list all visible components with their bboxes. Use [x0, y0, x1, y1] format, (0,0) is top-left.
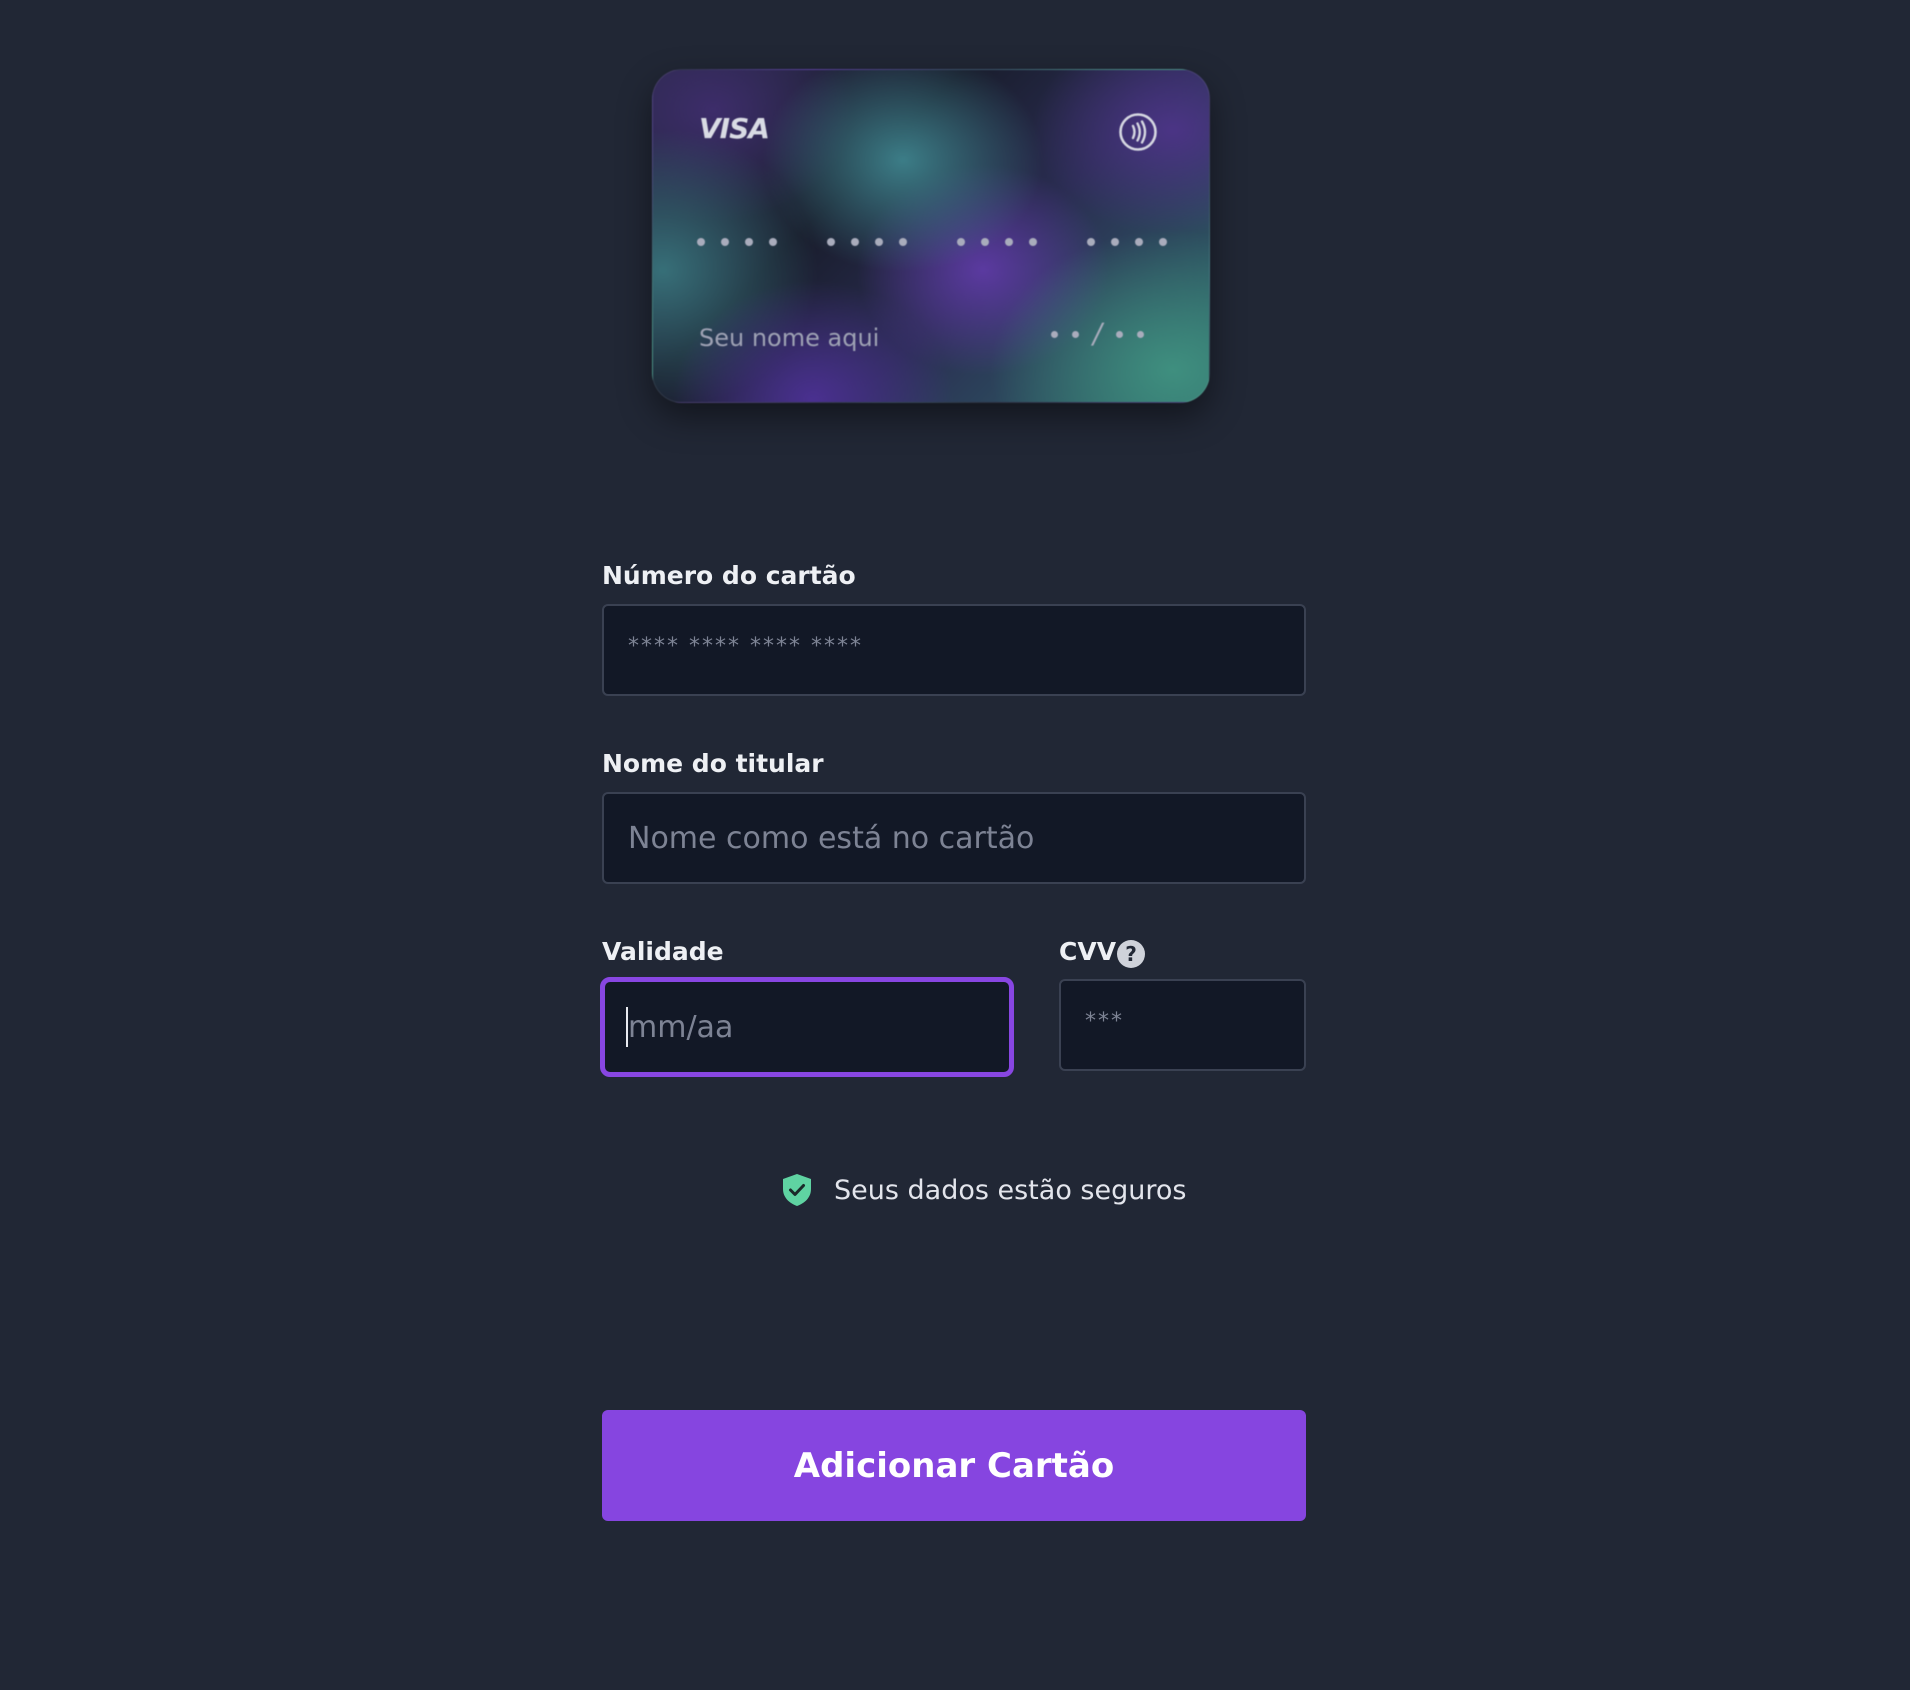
shield-check-icon: [783, 1174, 811, 1206]
card-number-group: [697, 238, 777, 246]
security-text: Seus dados estão seguros: [834, 1174, 1187, 1206]
card-number-group: [827, 238, 907, 246]
holder-name-input[interactable]: Nome como está no cartão: [602, 792, 1306, 884]
security-notice: Seus dados estão seguros: [780, 1172, 1186, 1208]
card-expiry-separator: /: [1090, 317, 1106, 350]
contactless-icon: [1119, 113, 1157, 151]
card-preview: VISA Seu nome aqui /: [652, 69, 1210, 403]
expiry-placeholder: mm/aa: [628, 1009, 734, 1045]
card-number-label: Número do cartão: [602, 561, 856, 590]
cvv-label: CVV: [1059, 937, 1117, 966]
add-card-button[interactable]: Adicionar Cartão: [602, 1410, 1306, 1521]
card-holder-name: Seu nome aqui: [699, 324, 880, 352]
holder-name-placeholder: Nome como está no cartão: [628, 820, 1035, 856]
card-number-group: [1087, 238, 1167, 246]
expiry-label: Validade: [602, 937, 724, 966]
card-brand-logo: VISA: [699, 112, 770, 145]
cvv-placeholder: ***: [1085, 1008, 1124, 1034]
card-number-mask: [697, 238, 1167, 246]
holder-name-label: Nome do titular: [602, 749, 824, 778]
help-icon[interactable]: ?: [1117, 940, 1145, 968]
card-expiry-mask: /: [1051, 317, 1145, 350]
cvv-input[interactable]: ***: [1059, 979, 1306, 1071]
card-number-placeholder: **** **** **** ****: [628, 633, 863, 659]
card-number-group: [957, 238, 1037, 246]
expiry-input[interactable]: mm/aa: [600, 977, 1014, 1077]
card-number-input[interactable]: **** **** **** ****: [602, 604, 1306, 696]
